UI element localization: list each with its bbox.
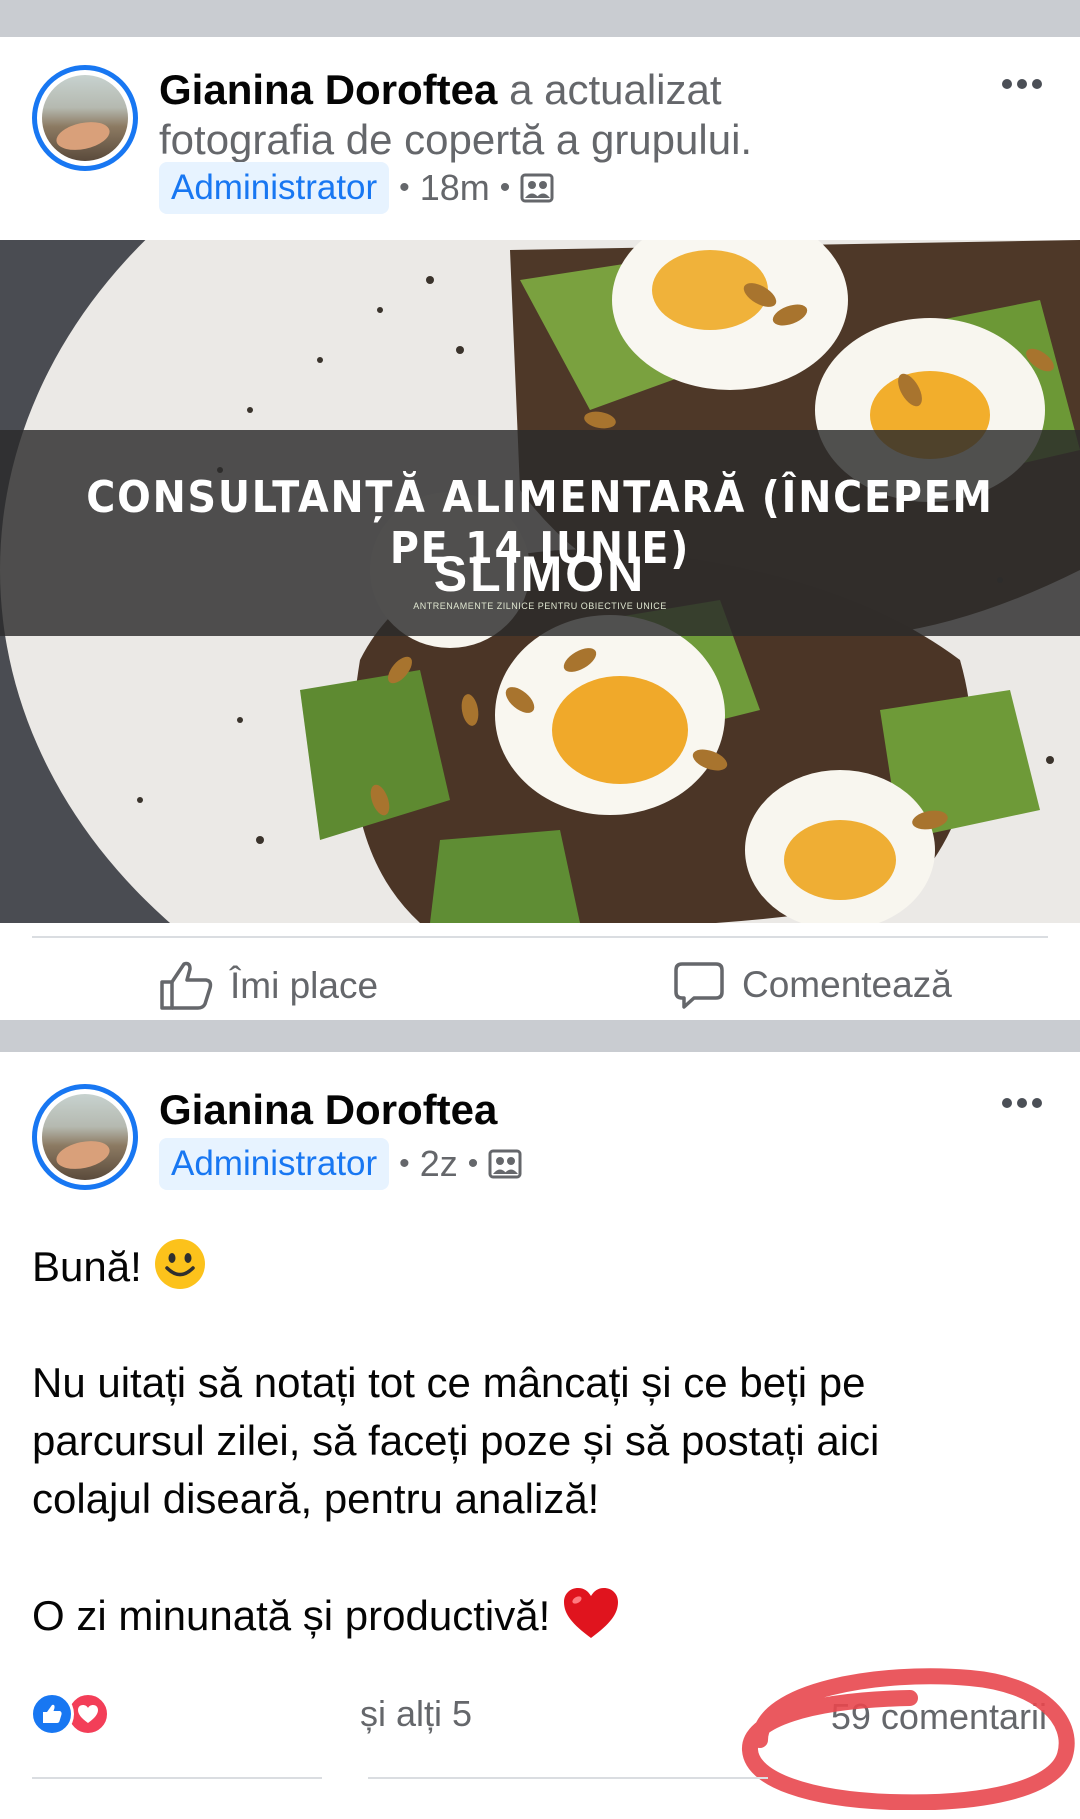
reactions-divider-left [32, 1777, 322, 1779]
post-greeting-line: Bună! [32, 1237, 1042, 1296]
comment-icon [674, 962, 724, 1009]
reactions-summary[interactable]: și alți 5 [30, 1692, 472, 1736]
feed-separator [0, 1020, 1080, 1052]
slimon-logo-tagline: ANTRENAMENTE ZILNICE PENTRU OBIECTIVE UN… [413, 601, 667, 611]
post-meta: Administrator • 18m • [159, 162, 554, 214]
post-closing-line: O zi minunată și productivă! [32, 1586, 1042, 1645]
author-name[interactable]: Gianina Doroftea [159, 66, 497, 113]
post-header-text: Gianina Doroftea a actualizat fotografia… [159, 65, 752, 165]
reactions-others: și alți 5 [360, 1693, 473, 1734]
post-paragraph-line3: colajul diseară, pentru analiză! [32, 1475, 600, 1522]
slimon-logo: SLIMON ANTRENAMENTE ZILNICE PENTRU OBIEC… [0, 548, 1080, 612]
post-time[interactable]: 2z [420, 1143, 458, 1185]
post-paragraph-line2: parcursul zilei, să faceți poze și să po… [32, 1417, 880, 1464]
feed-separator-top [0, 0, 1080, 37]
separator-dot: • [499, 171, 511, 204]
author-avatar[interactable] [32, 1084, 138, 1190]
more-options-icon[interactable] [1002, 79, 1042, 89]
like-icon [160, 961, 213, 1010]
comment-button[interactable]: Comentează [672, 958, 952, 1012]
admin-badge: Administrator [159, 1138, 390, 1190]
post-text-update: Gianina Doroftea Administrator • 2z • Bu… [0, 1052, 1080, 1819]
heart-emoji-icon [563, 1588, 618, 1638]
comment-label: Comentează [742, 964, 952, 1005]
group-icon [488, 1149, 522, 1179]
separator-dot: • [399, 171, 410, 204]
reactions-names: și alți 5 [120, 1693, 472, 1735]
reactions-divider-right [368, 1777, 768, 1779]
post-greeting: Bună! [32, 1243, 142, 1290]
cover-photo[interactable]: CONSULTANȚĂ ALIMENTARĂ (ÎNCEPEM PE 14 IU… [0, 240, 1080, 923]
smile-emoji-icon [155, 1239, 206, 1289]
action-bar-divider [32, 936, 1048, 938]
post-action-text-cont: fotografia de copertă a grupului. [159, 116, 753, 163]
admin-badge: Administrator [159, 162, 390, 214]
separator-dot: • [467, 1147, 479, 1180]
post-action-text: a actualizat [509, 66, 722, 113]
comments-count[interactable]: 59 comentarii [831, 1696, 1047, 1738]
author-avatar[interactable] [32, 65, 138, 171]
post-header-text: Gianina Doroftea [159, 1085, 497, 1135]
like-icon [30, 1692, 74, 1736]
author-name[interactable]: Gianina Doroftea [159, 1086, 497, 1133]
like-label: Îmi place [230, 965, 379, 1006]
group-icon [520, 173, 554, 203]
more-options-icon[interactable] [1002, 1098, 1042, 1108]
post-cover-update: Gianina Doroftea a actualizat fotografia… [0, 37, 1080, 1020]
slimon-logo-text: SLIMON [433, 546, 647, 602]
post-time[interactable]: 18m [420, 167, 490, 209]
post-closing: O zi minunată și productivă! [32, 1592, 551, 1639]
post-paragraph-line1: Nu uitați să notați tot ce mâncați și ce… [32, 1359, 866, 1406]
separator-dot: • [399, 1147, 410, 1180]
post-body: Bună! Nu uitați să notați tot ce mâncați… [32, 1237, 1042, 1645]
post-meta: Administrator • 2z • [159, 1138, 522, 1190]
like-button[interactable]: Îmi place [158, 958, 378, 1014]
